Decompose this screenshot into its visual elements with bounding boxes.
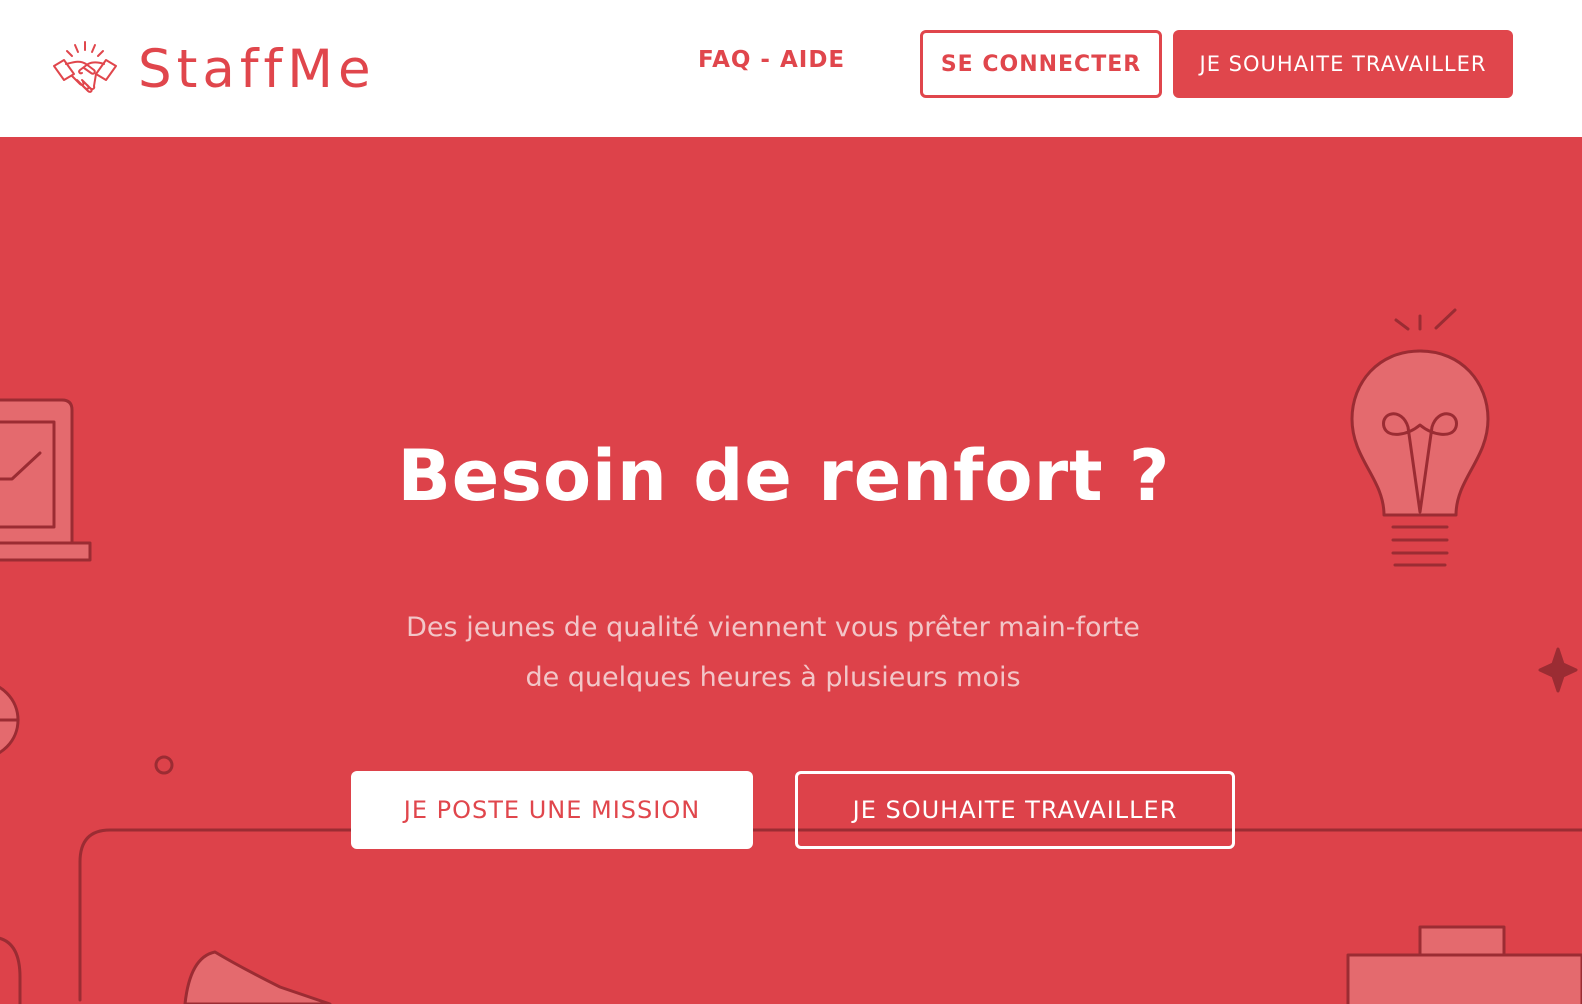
header-work-button[interactable]: JE SOUHAITE TRAVAILLER — [1173, 30, 1513, 98]
handshake-icon — [53, 41, 117, 93]
hero-work-button[interactable]: JE SOUHAITE TRAVAILLER — [795, 771, 1235, 849]
post-mission-button[interactable]: JE POSTE UNE MISSION — [351, 771, 753, 849]
brand-name: StaffMe — [138, 38, 376, 100]
shoe-shape — [183, 950, 332, 1004]
circle-decoration — [154, 755, 174, 775]
briefcase-icon — [1346, 925, 1582, 1004]
hero-illustration — [0, 308, 1582, 1004]
login-button[interactable]: SE CONNECTER — [920, 30, 1162, 98]
top-navbar: StaffMe FAQ - AIDE SE CONNECTER JE SOUHA… — [0, 0, 1582, 137]
nav-faq-link[interactable]: FAQ - AIDE — [698, 47, 845, 73]
hero-subtitle-line2: de quelques heures à plusieurs mois — [525, 662, 1021, 693]
hero-subtitle: Des jeunes de qualité viennent vous prêt… — [0, 603, 1546, 703]
hero-subtitle-line1: Des jeunes de qualité viennent vous prêt… — [406, 612, 1140, 643]
hero-section: Besoin de renfort ? Des jeunes de qualit… — [0, 137, 1582, 1004]
hero-title: Besoin de renfort ? — [397, 435, 1171, 517]
brand-logo[interactable]: StaffMe — [52, 40, 376, 98]
